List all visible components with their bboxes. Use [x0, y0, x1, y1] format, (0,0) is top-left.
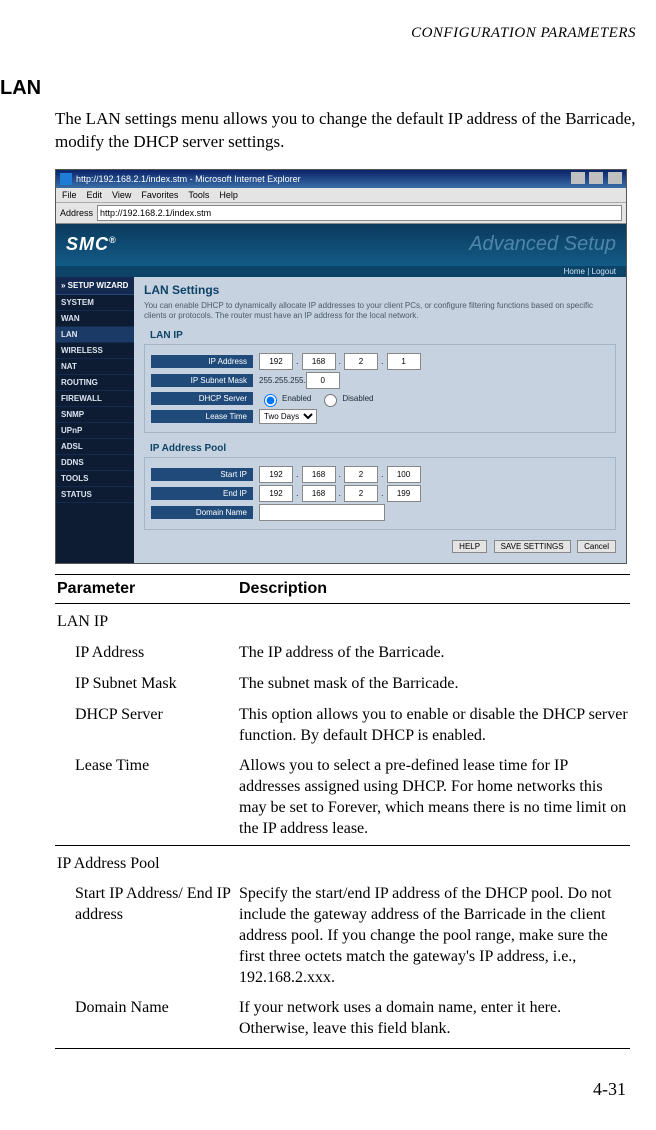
running-head: CONFIGURATION PARAMETERS: [0, 25, 636, 42]
sidebar-item-system[interactable]: SYSTEM: [56, 295, 134, 311]
address-label: Address: [60, 208, 93, 218]
end-ip-3[interactable]: [344, 485, 378, 502]
ie-icon: [60, 173, 72, 185]
close-icon[interactable]: [608, 172, 622, 184]
sidebar-item-status[interactable]: STATUS: [56, 487, 134, 503]
ip-octet-2[interactable]: [302, 353, 336, 370]
subbanner: Home | Logout: [56, 266, 626, 277]
end-ip-2[interactable]: [302, 485, 336, 502]
start-ip-4[interactable]: [387, 466, 421, 483]
table-row: Lease Time Allows you to select a pre-de…: [55, 751, 630, 845]
ip-address-label: IP Address: [151, 355, 253, 368]
sidebar-item-tools[interactable]: TOOLS: [56, 471, 134, 487]
menu-edit[interactable]: Edit: [87, 190, 103, 200]
lan-ip-label: LAN IP: [150, 330, 616, 341]
sidebar-item-routing[interactable]: ROUTING: [56, 375, 134, 391]
th-parameter: Parameter: [55, 574, 237, 604]
lease-time-select[interactable]: Two Days: [259, 409, 317, 424]
minimize-icon[interactable]: [571, 172, 585, 184]
end-ip-label: End IP: [151, 487, 253, 500]
dhcp-disabled-radio[interactable]: [324, 394, 337, 407]
menubar: File Edit View Favorites Tools Help: [56, 188, 626, 203]
sidebar: » SETUP WIZARD SYSTEM WAN LAN WIRELESS N…: [56, 277, 134, 563]
ip-octet-3[interactable]: [344, 353, 378, 370]
maximize-icon[interactable]: [589, 172, 603, 184]
table-row: Domain Name If your network uses a domai…: [55, 993, 630, 1048]
table-row: IP Address The IP address of the Barrica…: [55, 638, 630, 669]
start-ip-3[interactable]: [344, 466, 378, 483]
menu-favorites[interactable]: Favorites: [141, 190, 178, 200]
sidebar-item-adsl[interactable]: ADSL: [56, 439, 134, 455]
address-bar: Address: [56, 203, 626, 224]
parameter-table: Parameter Description LAN IP IP Address …: [55, 574, 630, 1049]
logo: SMC®: [66, 234, 117, 255]
screenshot: http://192.168.2.1/index.stm - Microsoft…: [55, 169, 627, 564]
start-ip-label: Start IP: [151, 468, 253, 481]
dhcp-server-label: DHCP Server: [151, 392, 253, 405]
table-row: LAN IP: [55, 604, 630, 638]
sidebar-item-ddns[interactable]: DDNS: [56, 455, 134, 471]
dhcp-enabled-radio[interactable]: [264, 394, 277, 407]
th-description: Description: [237, 574, 630, 604]
window-titlebar: http://192.168.2.1/index.stm - Microsoft…: [56, 170, 626, 188]
window-controls: [569, 172, 622, 186]
lease-time-label: Lease Time: [151, 410, 253, 423]
sidebar-wizard[interactable]: » SETUP WIZARD: [56, 277, 134, 295]
intro-paragraph: The LAN settings menu allows you to chan…: [55, 108, 636, 154]
sidebar-item-wireless[interactable]: WIRELESS: [56, 343, 134, 359]
end-ip-4[interactable]: [387, 485, 421, 502]
start-ip-2[interactable]: [302, 466, 336, 483]
ip-pool-label: IP Address Pool: [150, 443, 616, 454]
save-settings-button[interactable]: SAVE SETTINGS: [494, 540, 571, 553]
ip-octet-4[interactable]: [387, 353, 421, 370]
domain-name-input[interactable]: [259, 504, 385, 521]
table-row: IP Subnet Mask The subnet mask of the Ba…: [55, 669, 630, 700]
table-row: Start IP Address/ End IP address Specify…: [55, 879, 630, 993]
sidebar-item-firewall[interactable]: FIREWALL: [56, 391, 134, 407]
menu-file[interactable]: File: [62, 190, 77, 200]
cancel-button[interactable]: Cancel: [577, 540, 616, 553]
table-row: IP Address Pool: [55, 845, 630, 879]
ip-pool-panel: Start IP . . . End IP . . .: [144, 457, 616, 530]
content-heading: LAN Settings: [144, 283, 616, 297]
menu-help[interactable]: Help: [219, 190, 238, 200]
start-ip-1[interactable]: [259, 466, 293, 483]
address-input[interactable]: [97, 205, 622, 221]
sidebar-item-lan[interactable]: LAN: [56, 327, 134, 343]
content-description: You can enable DHCP to dynamically alloc…: [144, 301, 616, 322]
banner-text: Advanced Setup: [469, 233, 616, 256]
menu-view[interactable]: View: [112, 190, 131, 200]
sidebar-item-snmp[interactable]: SNMP: [56, 407, 134, 423]
subnet-mask-label: IP Subnet Mask: [151, 374, 253, 387]
sidebar-item-wan[interactable]: WAN: [56, 311, 134, 327]
ip-octet-1[interactable]: [259, 353, 293, 370]
domain-name-label: Domain Name: [151, 506, 253, 519]
subnet-mask-last[interactable]: [306, 372, 340, 389]
content-pane: LAN Settings You can enable DHCP to dyna…: [134, 277, 626, 563]
menu-tools[interactable]: Tools: [188, 190, 209, 200]
window-title: http://192.168.2.1/index.stm - Microsoft…: [76, 174, 301, 184]
banner: SMC® Advanced Setup: [56, 224, 626, 266]
section-title: LAN: [0, 77, 636, 100]
end-ip-1[interactable]: [259, 485, 293, 502]
page-number: 4-31: [0, 1079, 626, 1100]
subnet-mask-prefix: 255.255.255.: [259, 376, 306, 385]
table-row: DHCP Server This option allows you to en…: [55, 700, 630, 752]
help-button[interactable]: HELP: [452, 540, 487, 553]
lan-ip-panel: IP Address . . . IP Subnet Mask 255.255.…: [144, 344, 616, 433]
sidebar-item-nat[interactable]: NAT: [56, 359, 134, 375]
sidebar-item-upnp[interactable]: UPnP: [56, 423, 134, 439]
